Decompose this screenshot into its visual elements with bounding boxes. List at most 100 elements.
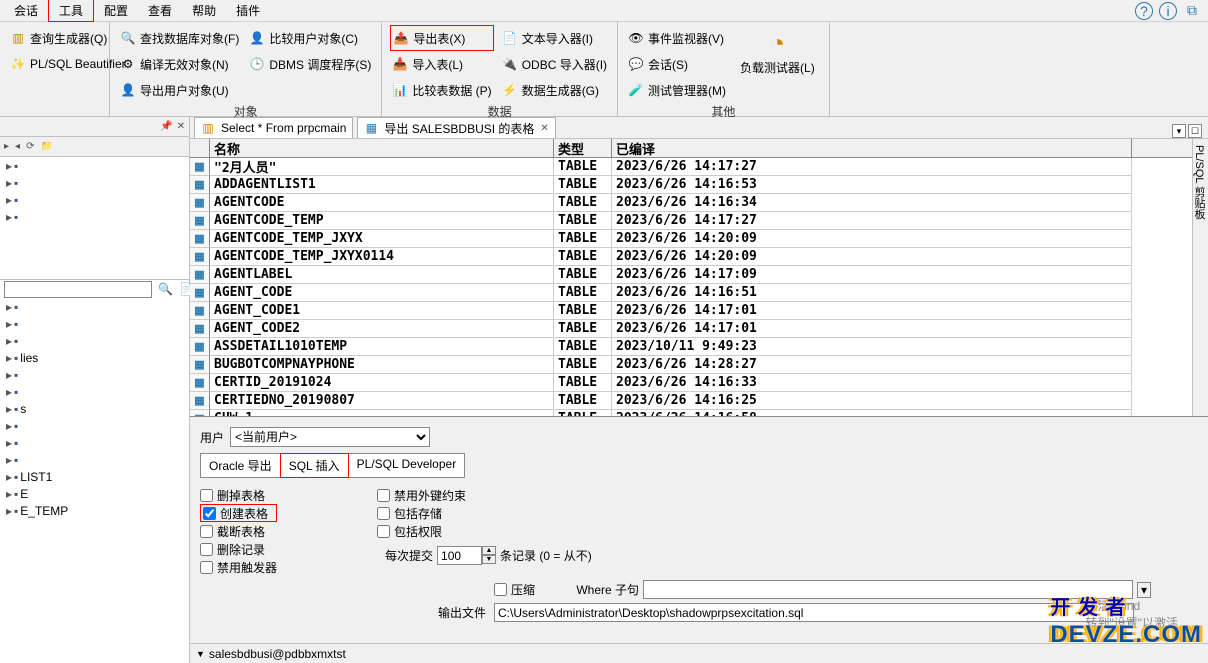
tab-sql-query[interactable]: Select * From prpcmain <box>194 117 353 138</box>
commit-label: 每次提交 <box>377 547 433 564</box>
menu-help[interactable]: 帮助 <box>182 0 226 21</box>
table-row[interactable]: AGENTCODETABLE2023/6/26 14:16:34 <box>190 194 1192 212</box>
commit-input[interactable] <box>437 546 482 565</box>
table-row[interactable]: CERTID_20191024TABLE2023/6/26 14:16:33 <box>190 374 1192 392</box>
table-row[interactable]: AGENT_CODE2TABLE2023/6/26 14:17:01 <box>190 320 1192 338</box>
table-row[interactable]: "2月人员"TABLE2023/6/26 14:17:27 <box>190 158 1192 176</box>
find-db-obj-button[interactable]: 查找数据库对象(F) <box>118 25 241 51</box>
col-type[interactable]: 类型 <box>554 139 612 157</box>
dbms-scheduler-button[interactable]: DBMS 调度程序(S) <box>247 51 373 77</box>
data-generator-button[interactable]: 数据生成器(G) <box>500 77 609 103</box>
table-row[interactable]: AGENT_CODETABLE2023/6/26 14:16:51 <box>190 284 1192 302</box>
tree-lower[interactable]: lies s LIST1EE_TEMP <box>0 299 189 663</box>
tree-item[interactable]: E_TEMP <box>2 503 189 520</box>
col-name[interactable]: 名称 <box>210 139 554 157</box>
tree-item[interactable]: s <box>2 401 189 418</box>
menu-config[interactable]: 配置 <box>94 0 138 21</box>
checkbox-删除记录[interactable]: 删除记录 <box>200 540 277 558</box>
odbc-importer-button[interactable]: ODBC 导入器(I) <box>500 51 609 77</box>
tree-item[interactable] <box>2 435 189 452</box>
menu-session[interactable]: 会话 <box>4 0 48 21</box>
table-row[interactable]: BUGBOTCOMPNAYPHONETABLE2023/6/26 14:28:2… <box>190 356 1192 374</box>
tree-item[interactable] <box>2 452 189 469</box>
checkbox-包括权限[interactable]: 包括权限 <box>377 522 592 540</box>
sql-icon <box>10 30 26 46</box>
tree-item[interactable]: LIST1 <box>2 469 189 486</box>
tree-item[interactable] <box>2 384 189 401</box>
test-manager-button[interactable]: 测试管理器(M) <box>626 77 728 103</box>
search-app-icon[interactable]: ⧉ <box>1183 2 1201 20</box>
output-file-input[interactable] <box>494 603 1134 622</box>
tree-item[interactable] <box>2 333 189 350</box>
tab-max-icon[interactable]: ☐ <box>1188 124 1202 138</box>
tree[interactable] <box>0 157 189 279</box>
tree-item[interactable] <box>2 367 189 384</box>
tab-export-tables[interactable]: 导出 SALESBDBUSI 的表格 ✕ <box>357 117 555 138</box>
tree-item[interactable] <box>2 174 189 191</box>
tree-item[interactable]: lies <box>2 350 189 367</box>
connection-label: salesbdbusi@pdbbxmxtst <box>209 647 346 661</box>
export-icon <box>393 30 409 46</box>
col-compiled[interactable]: 已编译 <box>612 139 1132 157</box>
menu-plugin[interactable]: 插件 <box>226 0 270 21</box>
tree-item[interactable] <box>2 299 189 316</box>
checkbox-禁用触发器[interactable]: 禁用触发器 <box>200 558 277 576</box>
nav-back-icon[interactable] <box>4 141 9 152</box>
folder-icon[interactable]: 📁 <box>40 141 52 152</box>
spin-up-icon[interactable]: ▲ <box>482 546 496 555</box>
compare-user-obj-button[interactable]: 比较用户对象(C) <box>247 25 373 51</box>
clipboard-sidebar[interactable]: PL/SQL 剪贴板 <box>1192 139 1208 225</box>
checkbox-禁用外键约束[interactable]: 禁用外键约束 <box>377 486 592 504</box>
tree-search-input[interactable] <box>4 281 152 298</box>
info-icon[interactable]: i <box>1159 2 1177 20</box>
odbc-icon <box>502 56 518 72</box>
table-row[interactable]: ASSDETAIL1010TEMPTABLE2023/10/11 9:49:23 <box>190 338 1192 356</box>
compress-checkbox[interactable]: 压缩 <box>494 581 535 599</box>
table-row[interactable]: ADDAGENTLIST1TABLE2023/6/26 14:16:53 <box>190 176 1192 194</box>
table-row[interactable]: CERTIEDNO_20190807TABLE2023/6/26 14:16:2… <box>190 392 1192 410</box>
spin-down-icon[interactable]: ▼ <box>482 555 496 564</box>
tree-search: 🔍 📄 <box>0 279 189 299</box>
text-importer-button[interactable]: 文本导入器(I) <box>500 25 609 51</box>
menu-view[interactable]: 查看 <box>138 0 182 21</box>
user-select[interactable]: <当前用户> <box>230 427 430 447</box>
status-arrow-icon[interactable]: ▼ <box>196 649 205 659</box>
nav-fwd-icon[interactable] <box>15 141 20 152</box>
tree-item[interactable] <box>2 418 189 435</box>
tree-item[interactable] <box>2 157 189 174</box>
compile-invalid-button[interactable]: 编译无效对象(N) <box>118 51 241 77</box>
refresh-icon[interactable]: ⟳ <box>26 141 34 152</box>
tree-item[interactable] <box>2 208 189 225</box>
compare-table-data-button[interactable]: 比较表数据 (P) <box>390 77 493 103</box>
event-monitor-button[interactable]: 事件监视器(V) <box>626 25 728 51</box>
tab-plsql-dev[interactable]: PL/SQL Developer <box>348 453 466 478</box>
help-icon[interactable]: ? <box>1135 2 1153 20</box>
tab-oracle-export[interactable]: Oracle 导出 <box>200 453 281 478</box>
close-tab-icon[interactable]: ✕ <box>540 123 548 134</box>
sessions-button[interactable]: 会话(S) <box>626 51 728 77</box>
close-panel-icon[interactable]: ✕ <box>177 121 185 132</box>
checkbox-创建表格[interactable]: 创建表格 <box>200 504 277 522</box>
pin-icon[interactable]: 📌 <box>160 121 172 132</box>
search-go-icon[interactable]: 🔍 <box>158 282 173 296</box>
tab-sql-insert[interactable]: SQL 插入 <box>280 453 349 478</box>
export-user-obj-button[interactable]: 导出用户对象(U) <box>118 77 241 103</box>
load-tester-button[interactable]: 负载测试器(L) <box>734 25 821 103</box>
checkbox-截断表格[interactable]: 截断表格 <box>200 522 277 540</box>
tree-item[interactable] <box>2 316 189 333</box>
checkbox-包括存储[interactable]: 包括存储 <box>377 504 592 522</box>
tree-item[interactable] <box>2 191 189 208</box>
table-row[interactable]: AGENTCODE_TEMPTABLE2023/6/26 14:17:27 <box>190 212 1192 230</box>
table-row[interactable]: AGENTLABELTABLE2023/6/26 14:17:09 <box>190 266 1192 284</box>
table-row[interactable]: AGENT_CODE1TABLE2023/6/26 14:17:01 <box>190 302 1192 320</box>
tab-dropdown-icon[interactable]: ▾ <box>1172 124 1186 138</box>
checkbox-删掉表格[interactable]: 删掉表格 <box>200 486 277 504</box>
table-row[interactable]: AGENTCODE_TEMP_JXYX0114TABLE2023/6/26 14… <box>190 248 1192 266</box>
user-icon <box>120 82 136 98</box>
export-table-button[interactable]: 导出表(X) <box>390 25 493 51</box>
import-table-button[interactable]: 导入表(L) <box>390 51 493 77</box>
table-row[interactable]: AGENTCODE_TEMP_JXYXTABLE2023/6/26 14:20:… <box>190 230 1192 248</box>
menu-tools[interactable]: 工具 <box>48 0 94 22</box>
tree-item[interactable]: E <box>2 486 189 503</box>
table-row[interactable]: CHW 1TABLE2023/6/26 14:16:58 <box>190 410 1192 416</box>
